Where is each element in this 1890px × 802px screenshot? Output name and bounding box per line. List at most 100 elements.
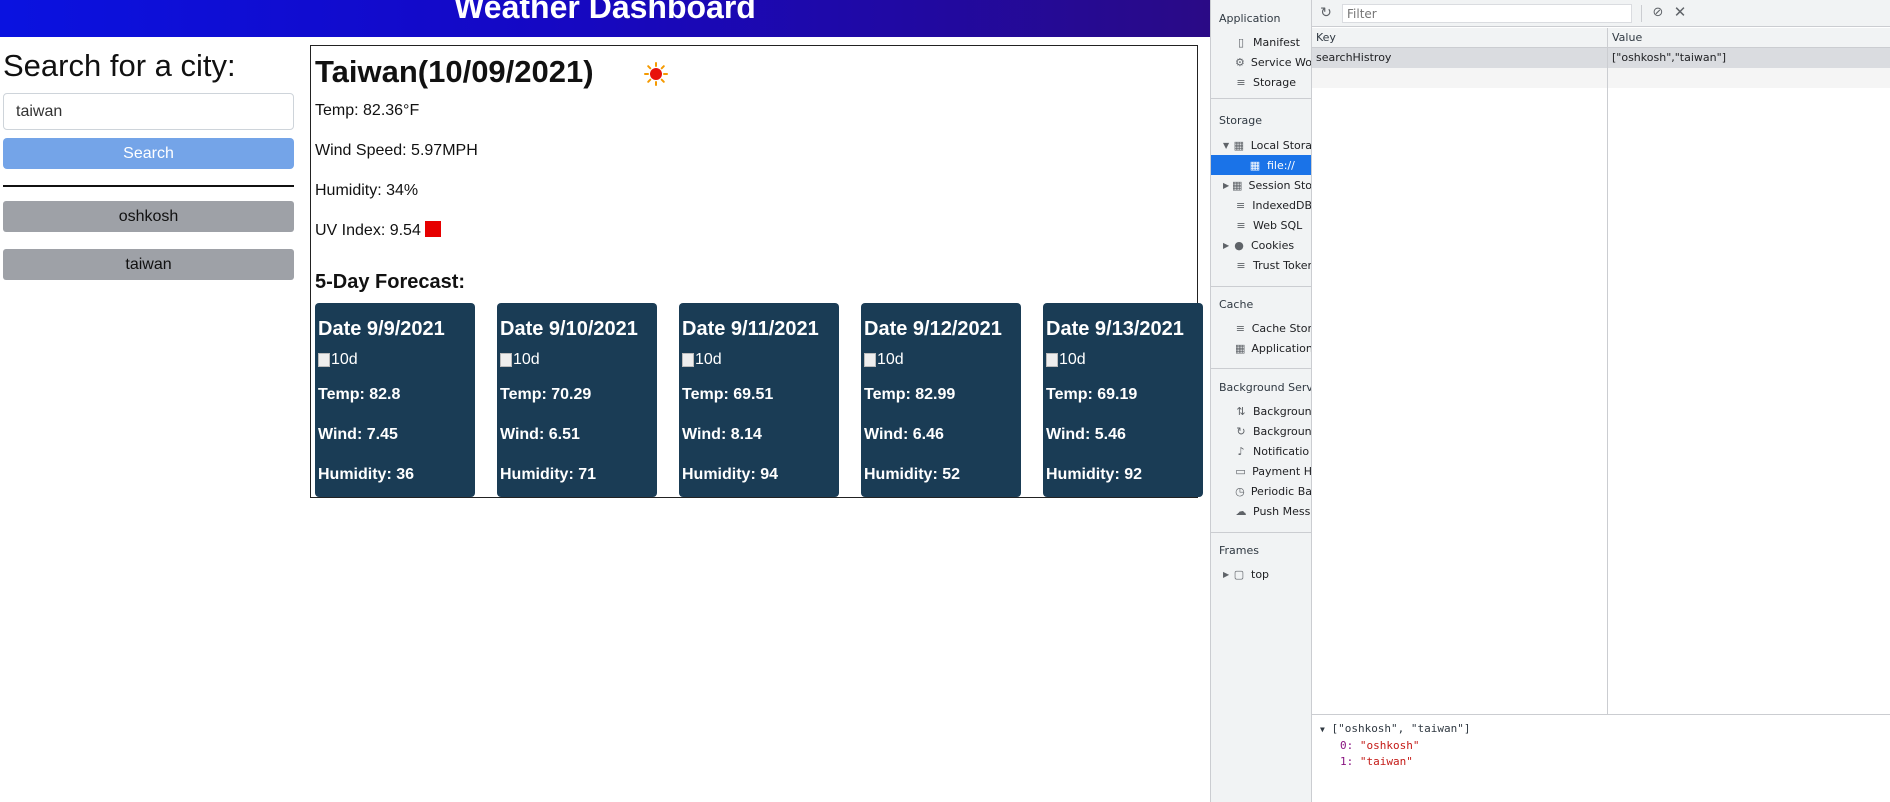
frame-icon: ▢ (1233, 567, 1245, 581)
broken-image-icon (500, 353, 512, 367)
sidebar-item-session-storage[interactable]: ▶ ▦ Session Sto (1211, 175, 1312, 195)
triangle-right-icon[interactable]: ▶ (1223, 241, 1233, 250)
triangle-down-icon[interactable]: ▼ (1320, 725, 1325, 734)
sidebar-item-label: Local Stora (1250, 138, 1312, 152)
forecast-icon-alt: 10d (513, 351, 540, 368)
sidebar-item-label: Backgroun (1253, 404, 1312, 418)
forecast-temp: Temp: 69.51 (682, 386, 774, 403)
sidebar-divider (1211, 368, 1311, 369)
broken-image-icon (864, 353, 876, 367)
sidebar-item-frame-top[interactable]: ▶ ▢ top (1211, 564, 1311, 584)
forecast-icon-alt: 10d (331, 351, 358, 368)
history-button-taiwan[interactable]: taiwan (3, 249, 294, 280)
forecast-wind: Wind: 6.51 (500, 426, 580, 443)
forecast-temp: Temp: 69.19 (1046, 386, 1138, 403)
row-value[interactable]: ["oshkosh","taiwan"] (1608, 48, 1890, 68)
sidebar-item-manifest[interactable]: ▯ Manifest (1211, 32, 1311, 52)
preview-value: "oshkosh" (1359, 739, 1420, 752)
preview-item: 1: "taiwan" (1320, 754, 1883, 770)
storage-table: Key Value searchHistroy ["oshkosh","taiw… (1312, 28, 1890, 714)
sidebar-item-trust-tokens[interactable]: ≡ Trust Toker (1211, 255, 1312, 275)
column-header-key[interactable]: Key (1312, 28, 1608, 48)
sidebar-item-label: file:// (1267, 158, 1295, 172)
search-column: Search for a city: Search oshkosh taiwan (3, 46, 294, 280)
section-storage: Storage (1219, 114, 1263, 127)
sidebar-item-push-messaging[interactable]: ☁ Push Mess (1211, 501, 1311, 521)
sidebar-item-indexeddb[interactable]: ≡ IndexedDB (1211, 195, 1311, 215)
sidebar-item-periodic-sync[interactable]: ◷ Periodic Ba (1211, 481, 1312, 501)
forecast-temp: Temp: 82.8 (318, 386, 401, 403)
triangle-right-icon[interactable]: ▶ (1223, 570, 1233, 579)
grid-icon: ▦ (1233, 138, 1244, 152)
table-row[interactable]: searchHistroy ["oshkosh","taiwan"] (1312, 48, 1890, 68)
history-button-oshkosh[interactable]: oshkosh (3, 201, 294, 232)
sidebar-item-label: Service Wo (1250, 55, 1312, 69)
column-divider[interactable] (1607, 28, 1608, 714)
city-search-input[interactable] (3, 93, 294, 130)
database-icon: ≡ (1236, 198, 1246, 212)
up-down-arrows-icon: ⇅ (1236, 404, 1246, 418)
uv-indicator (424, 221, 441, 237)
weather-icon: 10d (1046, 351, 1200, 369)
preview-root[interactable]: ▼ ["oshkosh", "taiwan"] (1320, 721, 1883, 738)
sidebar-item-label: Trust Toker (1253, 258, 1312, 272)
forecast-humidity: Humidity: 94 (682, 466, 779, 483)
column-header-value[interactable]: Value (1608, 28, 1890, 48)
sidebar-item-label: Cookies (1251, 238, 1295, 252)
search-button[interactable]: Search (3, 138, 294, 169)
refresh-icon[interactable]: ↻ (1318, 5, 1334, 21)
toolbar-divider (1641, 5, 1642, 22)
devtools-panel: Application ▯ Manifest ⚙ Service Wo ≡ Stora… (1210, 0, 1890, 802)
value-preview: ▼ ["oshkosh", "taiwan"] 0: "oshkosh" 1: … (1312, 714, 1890, 802)
forecast-card: Date 9/12/2021 10d Temp: 82.99 Wind: 6.4… (861, 303, 1021, 497)
current-uv-index: UV Index: 9.54 (315, 222, 421, 239)
devtools-sidebar: Application ▯ Manifest ⚙ Service Wo ≡ Stora… (1211, 0, 1312, 802)
database-icon: ≡ (1236, 218, 1246, 232)
sidebar-item-label: Periodic Ba (1250, 484, 1312, 498)
forecast-icon-alt: 10d (695, 351, 722, 368)
grid-icon: ▦ (1249, 158, 1261, 172)
sidebar-item-payment-handler[interactable]: ▭ Payment H (1211, 461, 1311, 481)
section-cache: Cache (1219, 298, 1254, 311)
current-uv-row: UV Index: 9.54 (315, 221, 441, 241)
sidebar-item-label: Backgroun (1253, 424, 1312, 438)
sidebar-item-cache-storage[interactable]: ≡ Cache Stor (1211, 318, 1311, 338)
sidebar-item-label: Storage (1253, 75, 1297, 89)
app-header: Weather Dashboard (0, 0, 1210, 37)
sidebar-item-storage[interactable]: ≡ Storage (1211, 72, 1311, 92)
sidebar-item-file-origin[interactable]: ▦ file:// (1211, 155, 1311, 175)
sidebar-item-notifications[interactable]: ♪ Notificatio (1211, 441, 1311, 461)
row-key[interactable]: searchHistroy (1312, 48, 1608, 68)
triangle-right-icon[interactable]: ▶ (1223, 181, 1232, 190)
sidebar-item-application-cache[interactable]: ▦ Application (1211, 338, 1311, 358)
forecast-icon-alt: 10d (1059, 351, 1086, 368)
search-history-list: oshkosh taiwan (3, 201, 294, 280)
database-icon: ≡ (1236, 258, 1246, 272)
weather-icon: 10d (318, 351, 472, 369)
broken-image-icon (1046, 353, 1058, 367)
preview-index: 0: (1340, 739, 1354, 752)
forecast-date: Date 9/13/2021 (1046, 318, 1184, 340)
sidebar-item-background-fetch[interactable]: ⇅ Backgroun (1211, 401, 1312, 421)
sidebar-item-web-sql[interactable]: ≡ Web SQL (1211, 215, 1311, 235)
grid-icon: ▦ (1231, 178, 1243, 192)
document-icon: ▯ (1237, 35, 1245, 49)
sidebar-item-background-sync[interactable]: ↻ Backgroun (1211, 421, 1312, 441)
weather-icon: 10d (500, 351, 654, 369)
clear-all-icon[interactable]: ⊘ (1650, 5, 1666, 21)
sidebar-item-label: Session Sto (1248, 178, 1312, 192)
sidebar-item-label: Web SQL (1253, 218, 1303, 232)
weather-icon: 10d (682, 351, 836, 369)
sidebar-item-local-storage[interactable]: ▼ ▦ Local Stora (1211, 135, 1312, 155)
sidebar-item-cookies[interactable]: ▶ ● Cookies (1211, 235, 1311, 255)
sidebar-item-label: top (1251, 567, 1270, 581)
forecast-humidity: Humidity: 92 (1046, 466, 1143, 483)
forecast-date: Date 9/12/2021 (864, 318, 1002, 340)
triangle-down-icon[interactable]: ▼ (1223, 141, 1233, 150)
filter-input[interactable] (1342, 4, 1632, 23)
forecast-humidity: Humidity: 36 (318, 466, 415, 483)
card-icon: ▭ (1235, 464, 1246, 478)
sidebar-item-service-workers[interactable]: ⚙ Service Wo (1211, 52, 1312, 72)
delete-selected-icon[interactable]: ✕ (1672, 4, 1688, 20)
forecast-wind: Wind: 5.46 (1046, 426, 1126, 443)
